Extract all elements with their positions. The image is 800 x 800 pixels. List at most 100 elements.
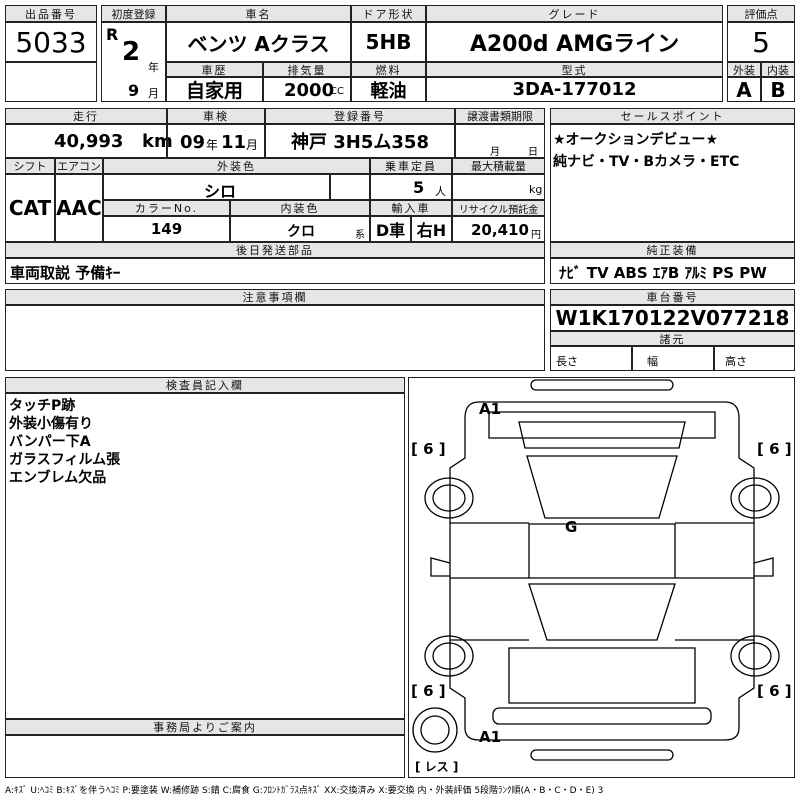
capacity-box: 5 人 bbox=[370, 174, 452, 200]
length-label: 長さ bbox=[556, 355, 578, 368]
rear-glass-shape bbox=[526, 455, 678, 519]
capacity-value: 5 bbox=[413, 178, 425, 197]
transfer-box: 月 日 bbox=[455, 124, 545, 158]
genuine-value: ﾅﾋﾞ TV ABS ｴｱB ｱﾙﾐ PS PW bbox=[559, 264, 767, 282]
tire-rr-depth: [ 6 ] bbox=[757, 440, 792, 458]
legend-text: A:ｷｽﾞ U:ﾍｺﾐ B:ｷｽﾞを伴うﾍｺﾐ P:要塗装 W:補修跡 S:錆 … bbox=[5, 786, 604, 796]
door-label: ドア形状 bbox=[351, 5, 426, 22]
length-box: 長さ bbox=[550, 346, 632, 371]
height-box: 高さ bbox=[714, 346, 795, 371]
recycle-label: リサイクル預託金 bbox=[452, 200, 545, 216]
score-label: 評価点 bbox=[727, 5, 795, 22]
import-value-1: D車 bbox=[370, 216, 411, 242]
int-color-box: クロ 系 bbox=[230, 216, 370, 242]
tire-front-left-shape bbox=[424, 635, 474, 677]
ext-color-blank bbox=[330, 174, 370, 200]
fuel-label: 燃料 bbox=[351, 62, 426, 77]
inspector-note: 外装小傷有り bbox=[9, 416, 93, 432]
insp-month-value: 11 bbox=[221, 132, 247, 153]
inspection-label: 車検 bbox=[167, 108, 265, 124]
history-value: 自家用 bbox=[166, 77, 263, 102]
damage-a1-bottom: A1 bbox=[479, 728, 502, 746]
damage-g: G bbox=[565, 518, 578, 536]
lot-no-value: 5033 bbox=[5, 22, 97, 62]
int-score-value: B bbox=[761, 77, 795, 102]
reg-no-label: 登録番号 bbox=[265, 108, 455, 124]
capacity-label: 乗車定員 bbox=[370, 158, 452, 174]
inspector-note: バンパー下A bbox=[9, 434, 91, 450]
ext-color-box: シロ bbox=[103, 174, 330, 201]
kg-unit: kg bbox=[529, 183, 543, 196]
lot-no-blank bbox=[5, 62, 97, 102]
width-box: 幅 bbox=[632, 346, 714, 371]
inspection-box: 09 年 11 月 bbox=[167, 124, 265, 158]
notes-label: 注意事項欄 bbox=[5, 289, 545, 305]
later-parts-label: 後日発送部品 bbox=[5, 242, 545, 258]
car-outline-svg bbox=[412, 379, 780, 761]
car-name-value: ベンツ Aクラス bbox=[166, 22, 351, 62]
insp-month-unit: 月 bbox=[246, 138, 259, 152]
sales-point-label: セールスポイント bbox=[550, 108, 795, 124]
import-value-2: 右H bbox=[411, 216, 452, 242]
door-value: 5HB bbox=[351, 22, 426, 62]
kei-unit: 系 bbox=[355, 230, 365, 241]
displacement-box: 2000 CC bbox=[263, 77, 351, 102]
genuine-label: 純正装備 bbox=[550, 242, 795, 258]
persons-unit: 人 bbox=[435, 185, 446, 198]
max-load-box: kg bbox=[452, 174, 545, 200]
max-load-label: 最大積載量 bbox=[452, 158, 545, 174]
ext-score-label: 外装 bbox=[727, 62, 761, 77]
chassis-value: W1K170122V077218 bbox=[550, 305, 795, 331]
grade-value: A200d AMGライン bbox=[426, 22, 723, 62]
front-grille-shape bbox=[492, 707, 712, 725]
office-box bbox=[5, 735, 405, 778]
history-label: 車歴 bbox=[166, 62, 263, 77]
windshield-shape bbox=[528, 583, 676, 641]
inspector-label: 検査員記入欄 bbox=[5, 377, 405, 393]
later-parts-box: 車両取説 予備ｷｰ bbox=[5, 258, 545, 284]
ext-color-value: シロ bbox=[204, 182, 237, 201]
fuel-value: 軽油 bbox=[351, 77, 426, 102]
cc-unit: CC bbox=[330, 86, 344, 97]
int-color-value: クロ bbox=[287, 224, 315, 240]
inspector-note: ガラスフィルム張 bbox=[9, 452, 121, 468]
width-label: 幅 bbox=[647, 355, 658, 368]
shift-label: シフト bbox=[5, 158, 55, 174]
sales-point-line-1: ★オークションデビュー★ bbox=[553, 132, 719, 148]
ext-score-value: A bbox=[727, 77, 761, 102]
mileage-value: 40,993 bbox=[54, 131, 124, 152]
front-bumper-shape bbox=[530, 749, 674, 761]
sales-point-line-2: 純ナビ・TV・Bカメラ・ETC bbox=[553, 154, 740, 170]
tire-rear-left-shape bbox=[424, 477, 474, 519]
tire-front-right-shape bbox=[730, 635, 780, 677]
damage-a1-top: A1 bbox=[479, 400, 502, 418]
grade-label: グレード bbox=[426, 5, 723, 22]
spare-tire-label: [ レス ] bbox=[415, 760, 459, 774]
chassis-label: 車台番号 bbox=[550, 289, 795, 305]
specs-label: 諸元 bbox=[550, 331, 795, 346]
inspector-note: タッチP跡 bbox=[9, 398, 76, 414]
spare-tire-shape bbox=[412, 707, 458, 753]
era-value: R bbox=[106, 25, 119, 44]
transfer-day-unit: 日 bbox=[528, 147, 538, 158]
insp-year-unit: 年 bbox=[206, 138, 219, 152]
model-value: 3DA-177012 bbox=[426, 77, 723, 102]
reg-no-value: 神戸 3H5ム358 bbox=[265, 124, 455, 158]
height-label: 高さ bbox=[725, 355, 747, 368]
displacement-value: 2000 bbox=[284, 80, 335, 101]
score-value: 5 bbox=[727, 22, 795, 62]
aircon-label: エアコン bbox=[55, 158, 103, 174]
shift-value: CAT bbox=[5, 174, 55, 242]
office-label: 事務局よりご案内 bbox=[5, 719, 405, 735]
insp-year-value: 09 bbox=[180, 132, 206, 153]
mileage-label: 走行 bbox=[5, 108, 167, 124]
import-label: 輸入車 bbox=[370, 200, 452, 216]
int-color-label: 内装色 bbox=[230, 200, 370, 216]
yen-unit: 円 bbox=[531, 230, 541, 241]
recycle-value: 20,410 bbox=[471, 221, 529, 239]
displacement-label: 排気量 bbox=[263, 62, 351, 77]
car-name-label: 車名 bbox=[166, 5, 351, 22]
lot-no-label: 出品番号 bbox=[5, 5, 97, 22]
transfer-label: 譲渡書類期限 bbox=[455, 108, 545, 124]
roof-shape bbox=[528, 523, 676, 579]
